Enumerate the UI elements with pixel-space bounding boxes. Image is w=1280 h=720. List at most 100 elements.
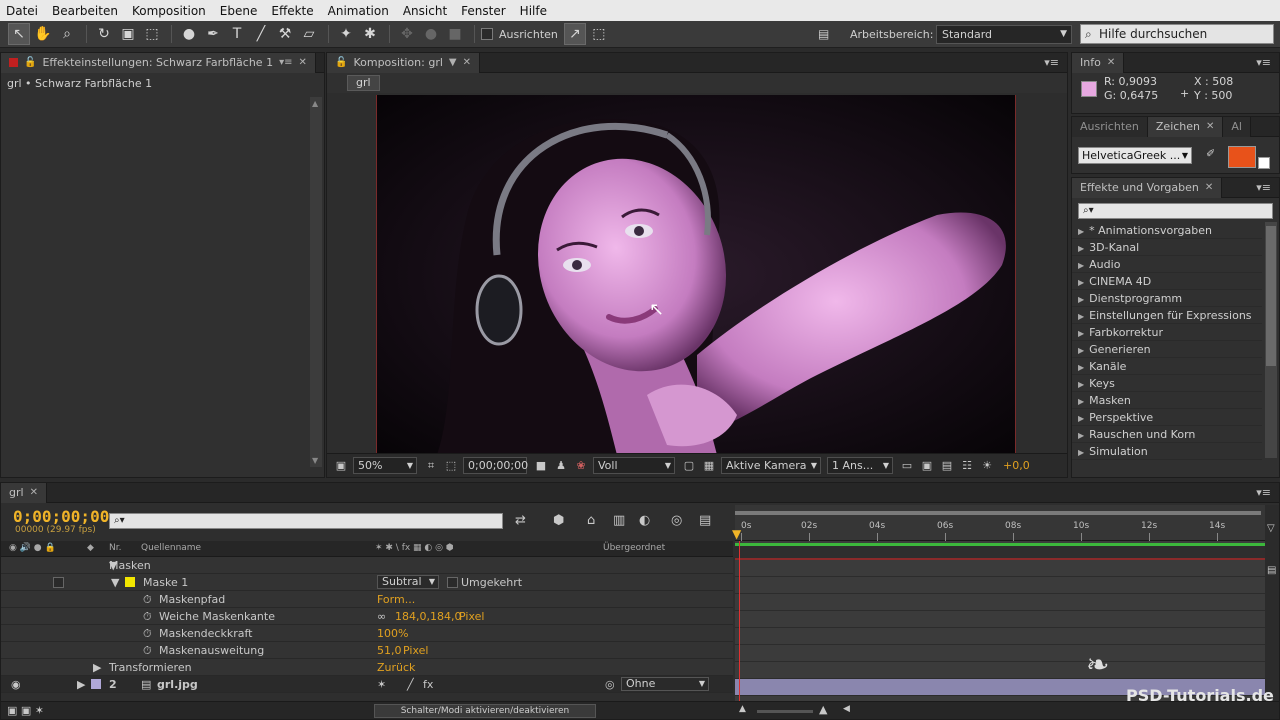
expand-triangle-icon[interactable]: ▶ [1078,346,1084,355]
mask-row[interactable]: ▼ Maske 1 Subtral ▼ Umgekehrt [1,574,733,591]
toggle-switches-modes-button[interactable]: Schalter/Modi aktivieren/deaktivieren [374,704,596,718]
font-family-select[interactable]: HelveticaGreek ... ▼ [1078,147,1192,164]
eyedropper-icon[interactable]: ✐ [1206,147,1215,160]
layer-row[interactable]: ▼ Masken [1,557,733,574]
comp-timecode-field[interactable]: 0;00;00;00 [463,457,528,474]
hand-icon[interactable]: ✋ [32,23,54,45]
presets-scrollbar[interactable] [1265,222,1277,458]
view-axis-icon[interactable]: ■ [444,23,466,45]
local-axis-icon[interactable]: ✥ [396,23,418,45]
timeline-timecode[interactable]: 0;00;00;00 [13,507,109,526]
mask-feather-value[interactable]: 184,0,184,0 [395,608,461,625]
preset-category[interactable]: ▶ Keys [1072,375,1262,392]
expand-triangle-icon[interactable]: ▶ [1078,363,1084,372]
mask-visibility-checkbox[interactable] [53,577,64,588]
preset-category[interactable]: ▶ Dienstprogramm [1072,290,1262,307]
brainstorm-icon[interactable]: ▤ [699,513,711,528]
puppet-pin-icon[interactable]: ✱ [359,23,381,45]
pan-behind-icon[interactable]: ⬚ [141,23,163,45]
workspace-select[interactable]: Standard ▼ [936,25,1072,44]
selection-icon[interactable]: ↖ [8,23,30,45]
timeline-icon[interactable]: ▤ [939,458,955,474]
magnification-select[interactable]: 50% ▼ [353,457,417,474]
preset-category[interactable]: ▶ * Animationsvorgaben [1072,222,1262,239]
eraser-icon[interactable]: ▱ [298,23,320,45]
comp-button-icon[interactable]: ▽ [1267,523,1275,534]
close-icon[interactable]: ✕ [1205,178,1213,198]
mask-property-row[interactable]: ⏱ Maskenpfad Form... [1,591,733,608]
stroke-color-swatch[interactable] [1258,157,1270,169]
always-preview-icon[interactable]: ▣ [333,458,349,474]
tab-ausrichten[interactable]: Ausrichten [1072,117,1148,137]
transparency-grid-icon[interactable]: ▦ [701,458,717,474]
close-icon[interactable]: ✕ [30,483,38,503]
lock-icon[interactable]: 🔓 [24,53,36,73]
menu-bearbeiten[interactable]: Bearbeiten [52,4,118,18]
expand-triangle-icon[interactable]: ▶ [1078,278,1084,287]
channel-rgb-icon[interactable]: ❀ [573,458,589,474]
layer-name[interactable]: grl.jpg [157,676,198,693]
layer-switch-icon[interactable]: ✶ [377,676,386,693]
mask-property-row[interactable]: ⏱ Maskenausweitung 51,0 Pixel [1,642,733,659]
label-column-icon[interactable]: ◆ [87,543,94,553]
ellipse-icon[interactable]: ● [178,23,200,45]
menu-animation[interactable]: Animation [328,4,389,18]
mask-opacity-value[interactable]: 100% [377,625,408,642]
panel-menu-icon[interactable]: ▾≡ [1256,486,1271,499]
vr-icon[interactable]: ▤ [818,27,829,41]
frame-blending-icon[interactable]: ▥ [613,513,625,528]
transform-reset[interactable]: Zurück [377,659,415,676]
tab-effects-presets[interactable]: Effekte und Vorgaben ✕ [1072,178,1223,198]
panel-menu-icon[interactable]: ▾≡ [1256,181,1271,194]
pick-whip-icon[interactable]: ◎ [605,676,615,693]
panel-menu-small-icon[interactable]: ▾≡ [279,53,292,73]
layer-label-swatch[interactable] [91,679,101,689]
expand-triangle-icon[interactable]: ▶ [1078,448,1084,457]
close-icon[interactable]: ✕ [1206,117,1214,137]
mask-inverted-checkbox[interactable] [447,577,458,588]
layer-panel-toggles-icon[interactable]: ▣ ▣ ✶ [7,704,44,717]
tab-composition[interactable]: 🔓 Komposition: grl ▼ ✕ [327,53,480,73]
scroll-up-icon[interactable]: ▲ [312,99,318,108]
clone-stamp-icon[interactable]: ⚒ [274,23,296,45]
presets-search-input[interactable]: ⌕▾ [1078,203,1273,219]
expand-triangle-icon[interactable]: ▶ [1078,414,1084,423]
timeline-search-input[interactable]: ⌕▾ [109,513,503,529]
mask-color-swatch[interactable] [125,577,135,587]
preset-category[interactable]: ▶ Kanäle [1072,358,1262,375]
layer-1-duration-bar[interactable] [735,543,1265,560]
mask-property-row[interactable]: ⏱ Maskendeckkraft 100% [1,625,733,642]
resolution-select[interactable]: Voll ▼ [593,457,675,474]
expand-triangle-icon[interactable]: ▶ [1078,227,1084,236]
scrollbar-thumb[interactable] [1266,226,1276,366]
preset-category[interactable]: ▶ Generieren [1072,341,1262,358]
camera-select[interactable]: Aktive Kamera ▼ [721,457,821,474]
zoom-out-icon[interactable]: ▲ [739,704,746,714]
safe-zones-icon[interactable]: ⌗ [423,458,439,474]
quality-icon[interactable]: ╱ [407,676,414,693]
scroll-left-icon[interactable]: ◀ [843,704,850,714]
stopwatch-icon[interactable]: ⏱ [143,591,152,608]
panel-menu-icon[interactable]: ▾≡ [1044,56,1059,69]
lock-icon[interactable]: 🔓 [335,53,347,73]
layer-row[interactable]: ◉ ▶ 2 ▤ grl.jpg ✶ ╱ fx ◎ Ohne ▼ [1,676,733,693]
rotate-icon[interactable]: ↻ [93,23,115,45]
mask-name[interactable]: Maske 1 [143,574,188,591]
expand-triangle-icon[interactable]: ▶ [1078,380,1084,389]
tab-ai[interactable]: Al [1223,117,1251,137]
world-axis-icon[interactable]: ● [420,23,442,45]
expand-triangle-icon[interactable]: ▶ [77,676,85,693]
menu-ansicht[interactable]: Ansicht [403,4,447,18]
help-search-input[interactable]: ⌕ Hilfe durchsuchen [1080,24,1274,44]
view-layout-select[interactable]: 1 Ans... ▼ [827,457,893,474]
playhead-handle-icon[interactable]: ▼ [732,527,746,541]
av-switches-icon[interactable]: ◉ 🔊 ● 🔒 [9,543,56,553]
camera-orbit-icon[interactable]: ▣ [117,23,139,45]
panel-menu-icon[interactable]: ▾≡ [1256,56,1271,69]
transform-row[interactable]: ▶ Transformieren Zurück [1,659,733,676]
fx-scrollbar[interactable]: ▲ ▼ [310,97,322,467]
expand-triangle-icon[interactable]: ▶ [1078,261,1084,270]
show-snapshot-icon[interactable]: ♟ [553,458,569,474]
fx-icon[interactable]: fx [423,676,433,693]
preset-category[interactable]: ▶ CINEMA 4D [1072,273,1262,290]
